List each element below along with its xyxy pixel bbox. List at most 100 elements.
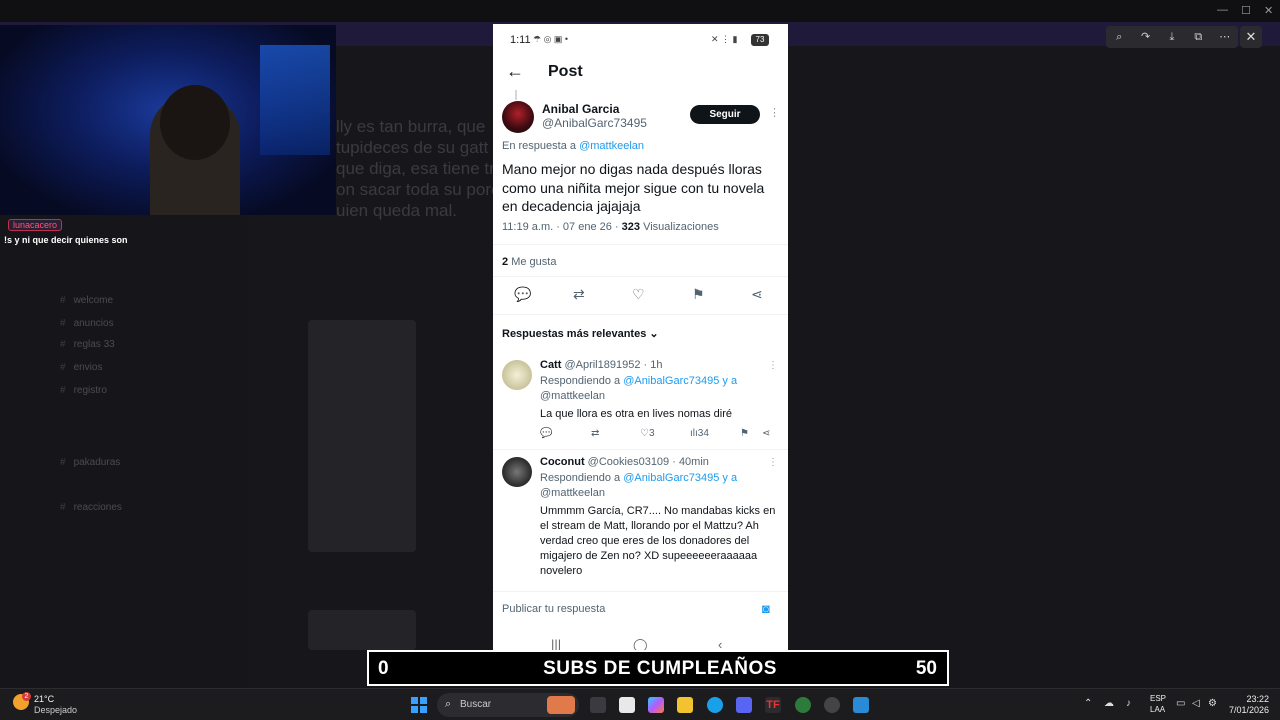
window-close-icon[interactable]: ✕ <box>1264 4 1273 17</box>
more-options-icon[interactable]: ⋮ <box>769 106 780 119</box>
replying-mention[interactable]: @mattkeelan <box>540 389 780 404</box>
obs-icon[interactable] <box>824 697 840 713</box>
share-icon[interactable]: ⋖ <box>751 286 763 303</box>
replies-sort-dropdown[interactable]: Respuestas más relevantes ⌄ <box>502 327 659 340</box>
channel-item[interactable]: # registro <box>60 385 107 396</box>
app-green-icon[interactable] <box>795 697 811 713</box>
background-text-line: tupideces de su gatt <box>336 138 489 157</box>
file-explorer-icon[interactable] <box>677 697 693 713</box>
reply-to-mention[interactable]: @mattkeelan <box>579 140 644 152</box>
notepad-icon[interactable] <box>619 697 635 713</box>
reply-avatar[interactable] <box>502 457 532 487</box>
reply-to-line: En respuesta a @mattkeelan <box>502 140 644 152</box>
channel-item[interactable]: # welcome <box>60 295 113 306</box>
view-count: 34 <box>697 428 709 439</box>
copilot-icon[interactable] <box>648 697 664 713</box>
status-time: 1:11 <box>510 34 531 46</box>
reply-item[interactable]: Coconut @Cookies03109 · 40min ⋮ Respondi… <box>493 454 788 590</box>
post-meta: 11:19 a.m. · 07 ene 26 · 323 Visualizaci… <box>502 221 719 233</box>
follow-button[interactable]: Seguir <box>690 105 760 124</box>
app-blue-icon[interactable] <box>853 697 869 713</box>
bookmark-icon[interactable]: ⚑ <box>740 428 749 439</box>
share-arrow-icon[interactable]: ↷ <box>1139 30 1153 44</box>
reply-author-handle: @Cookies03109 · 40min <box>587 456 709 468</box>
chevron-up-icon[interactable]: ⌃ <box>1084 698 1092 709</box>
download-icon[interactable]: ⤓ <box>1165 30 1179 44</box>
weather-description[interactable]: Despejado <box>34 705 77 715</box>
repost-icon[interactable]: ⇄ <box>573 286 585 303</box>
battery-icon: 73 <box>751 34 769 46</box>
discord-icon[interactable] <box>736 697 752 713</box>
author-avatar[interactable] <box>502 101 534 133</box>
author-name[interactable]: Anibal Garcia <box>542 102 619 116</box>
more-options-icon[interactable]: ⋮ <box>768 457 778 468</box>
open-external-icon[interactable]: ⧉ <box>1191 30 1205 44</box>
battery-tray-icon[interactable]: ⚙ <box>1208 698 1217 709</box>
likes-row[interactable]: 2 Me gusta <box>502 256 556 268</box>
back-arrow-icon[interactable]: ← <box>506 62 524 80</box>
reply-author[interactable]: Catt @April1891952 · 1h <box>540 359 662 371</box>
network-icon[interactable]: ▭ <box>1176 698 1185 709</box>
views-count: 323 <box>621 221 641 233</box>
reply-icon[interactable]: 💬 <box>514 286 531 303</box>
like-icon[interactable]: ♡ <box>632 286 645 303</box>
camera-icon[interactable]: ◙ <box>762 601 770 616</box>
replying-prefix: Respondiendo a <box>540 375 621 387</box>
keyboard-layout-indicator[interactable]: LAA <box>1150 705 1165 714</box>
weather-temperature[interactable]: 21°C <box>34 694 54 704</box>
maximize-icon[interactable]: ☐ <box>1241 4 1251 17</box>
notification-icons: ☂ ◎ ▣ • <box>533 34 569 44</box>
channel-item[interactable]: # reglas 33 <box>60 339 115 350</box>
replying-mention[interactable]: @AnibalGarc73495 y a <box>623 472 737 484</box>
page-title: Post <box>548 63 583 80</box>
reply-avatar[interactable] <box>502 360 532 390</box>
microphone-icon[interactable]: ♪ <box>1126 698 1131 709</box>
subs-goal-title: SUBS DE CUMPLEAÑOS <box>543 658 777 679</box>
app-tf-icon[interactable]: TF <box>765 697 781 713</box>
replying-to-line: Respondiendo a @AnibalGarc73495 y a <box>540 471 780 486</box>
webcam-feed <box>0 25 336 215</box>
views-icon[interactable]: ılı 34 <box>690 428 709 439</box>
edge-icon[interactable] <box>707 697 723 713</box>
channel-item[interactable]: # envios <box>60 362 102 373</box>
zoom-icon[interactable]: ⌕ <box>1112 30 1126 44</box>
post-timestamp: 11:19 a.m. · 07 ene 26 · <box>502 221 619 233</box>
reply-author[interactable]: Coconut @Cookies03109 · 40min <box>540 456 709 468</box>
clock-time[interactable]: 23:22 <box>1243 694 1269 704</box>
start-button[interactable] <box>411 697 427 713</box>
replying-to-line: Respondiendo a @AnibalGarc73495 y a <box>540 374 780 389</box>
reply-item[interactable]: Catt @April1891952 · 1h ⋮ Respondiendo a… <box>493 357 788 447</box>
bookmark-icon[interactable]: ⚑ <box>692 286 705 303</box>
task-view-icon[interactable] <box>590 697 606 713</box>
phone-screenshot: 1:11 ☂ ◎ ▣ • ✕ ⋮ ▮ 73 ← Post Anibal Garc… <box>493 24 788 664</box>
more-options-icon[interactable]: ⋮ <box>768 360 778 371</box>
windows-taskbar: 2 21°C Despejado ⌕ Buscar TF ⌃ ☁ ♪ ESP L… <box>0 688 1280 720</box>
like-icon[interactable]: ♡ 3 <box>640 428 655 439</box>
taskbar-search[interactable]: ⌕ Buscar <box>437 693 579 717</box>
reply-actions: 💬 ⇄ ♡ 3 ılı 34 ⚑ ⋖ <box>540 428 775 442</box>
share-icon[interactable]: ⋖ <box>762 428 770 439</box>
signal-icons: ✕ ⋮ ▮ <box>711 34 738 44</box>
likes-count: 2 <box>502 256 509 268</box>
onedrive-icon[interactable]: ☁ <box>1104 698 1114 709</box>
replying-mention[interactable]: @mattkeelan <box>540 486 780 501</box>
volume-icon[interactable]: ◁ <box>1192 698 1200 709</box>
compose-reply-bar[interactable]: Publicar tu respuesta ◙ <box>493 591 788 627</box>
author-handle[interactable]: @AnibalGarc73495 <box>542 116 647 130</box>
language-indicator[interactable]: ESP <box>1150 694 1166 703</box>
replying-mention[interactable]: @AnibalGarc73495 y a <box>623 375 737 387</box>
reply-icon[interactable]: 💬 <box>540 428 552 439</box>
channel-item[interactable]: # anuncios <box>60 318 114 329</box>
repost-icon[interactable]: ⇄ <box>591 428 599 439</box>
viewer-toolbar: ⌕ ↷ ⤓ ⧉ ⋯ <box>1106 26 1238 48</box>
compose-placeholder[interactable]: Publicar tu respuesta <box>502 603 605 615</box>
clock-date[interactable]: 7/01/2026 <box>1229 705 1269 715</box>
background-text-line: uien queda mal. <box>336 201 457 220</box>
channel-item[interactable]: # pakaduras <box>60 457 120 468</box>
more-icon[interactable]: ⋯ <box>1218 30 1232 44</box>
webcam-light <box>260 45 330 155</box>
minimize-icon[interactable]: — <box>1217 4 1228 16</box>
channel-item[interactable]: # reacciones <box>60 502 122 513</box>
chevron-down-icon: ⌄ <box>649 328 659 340</box>
viewer-close-button[interactable]: ✕ <box>1240 26 1262 48</box>
